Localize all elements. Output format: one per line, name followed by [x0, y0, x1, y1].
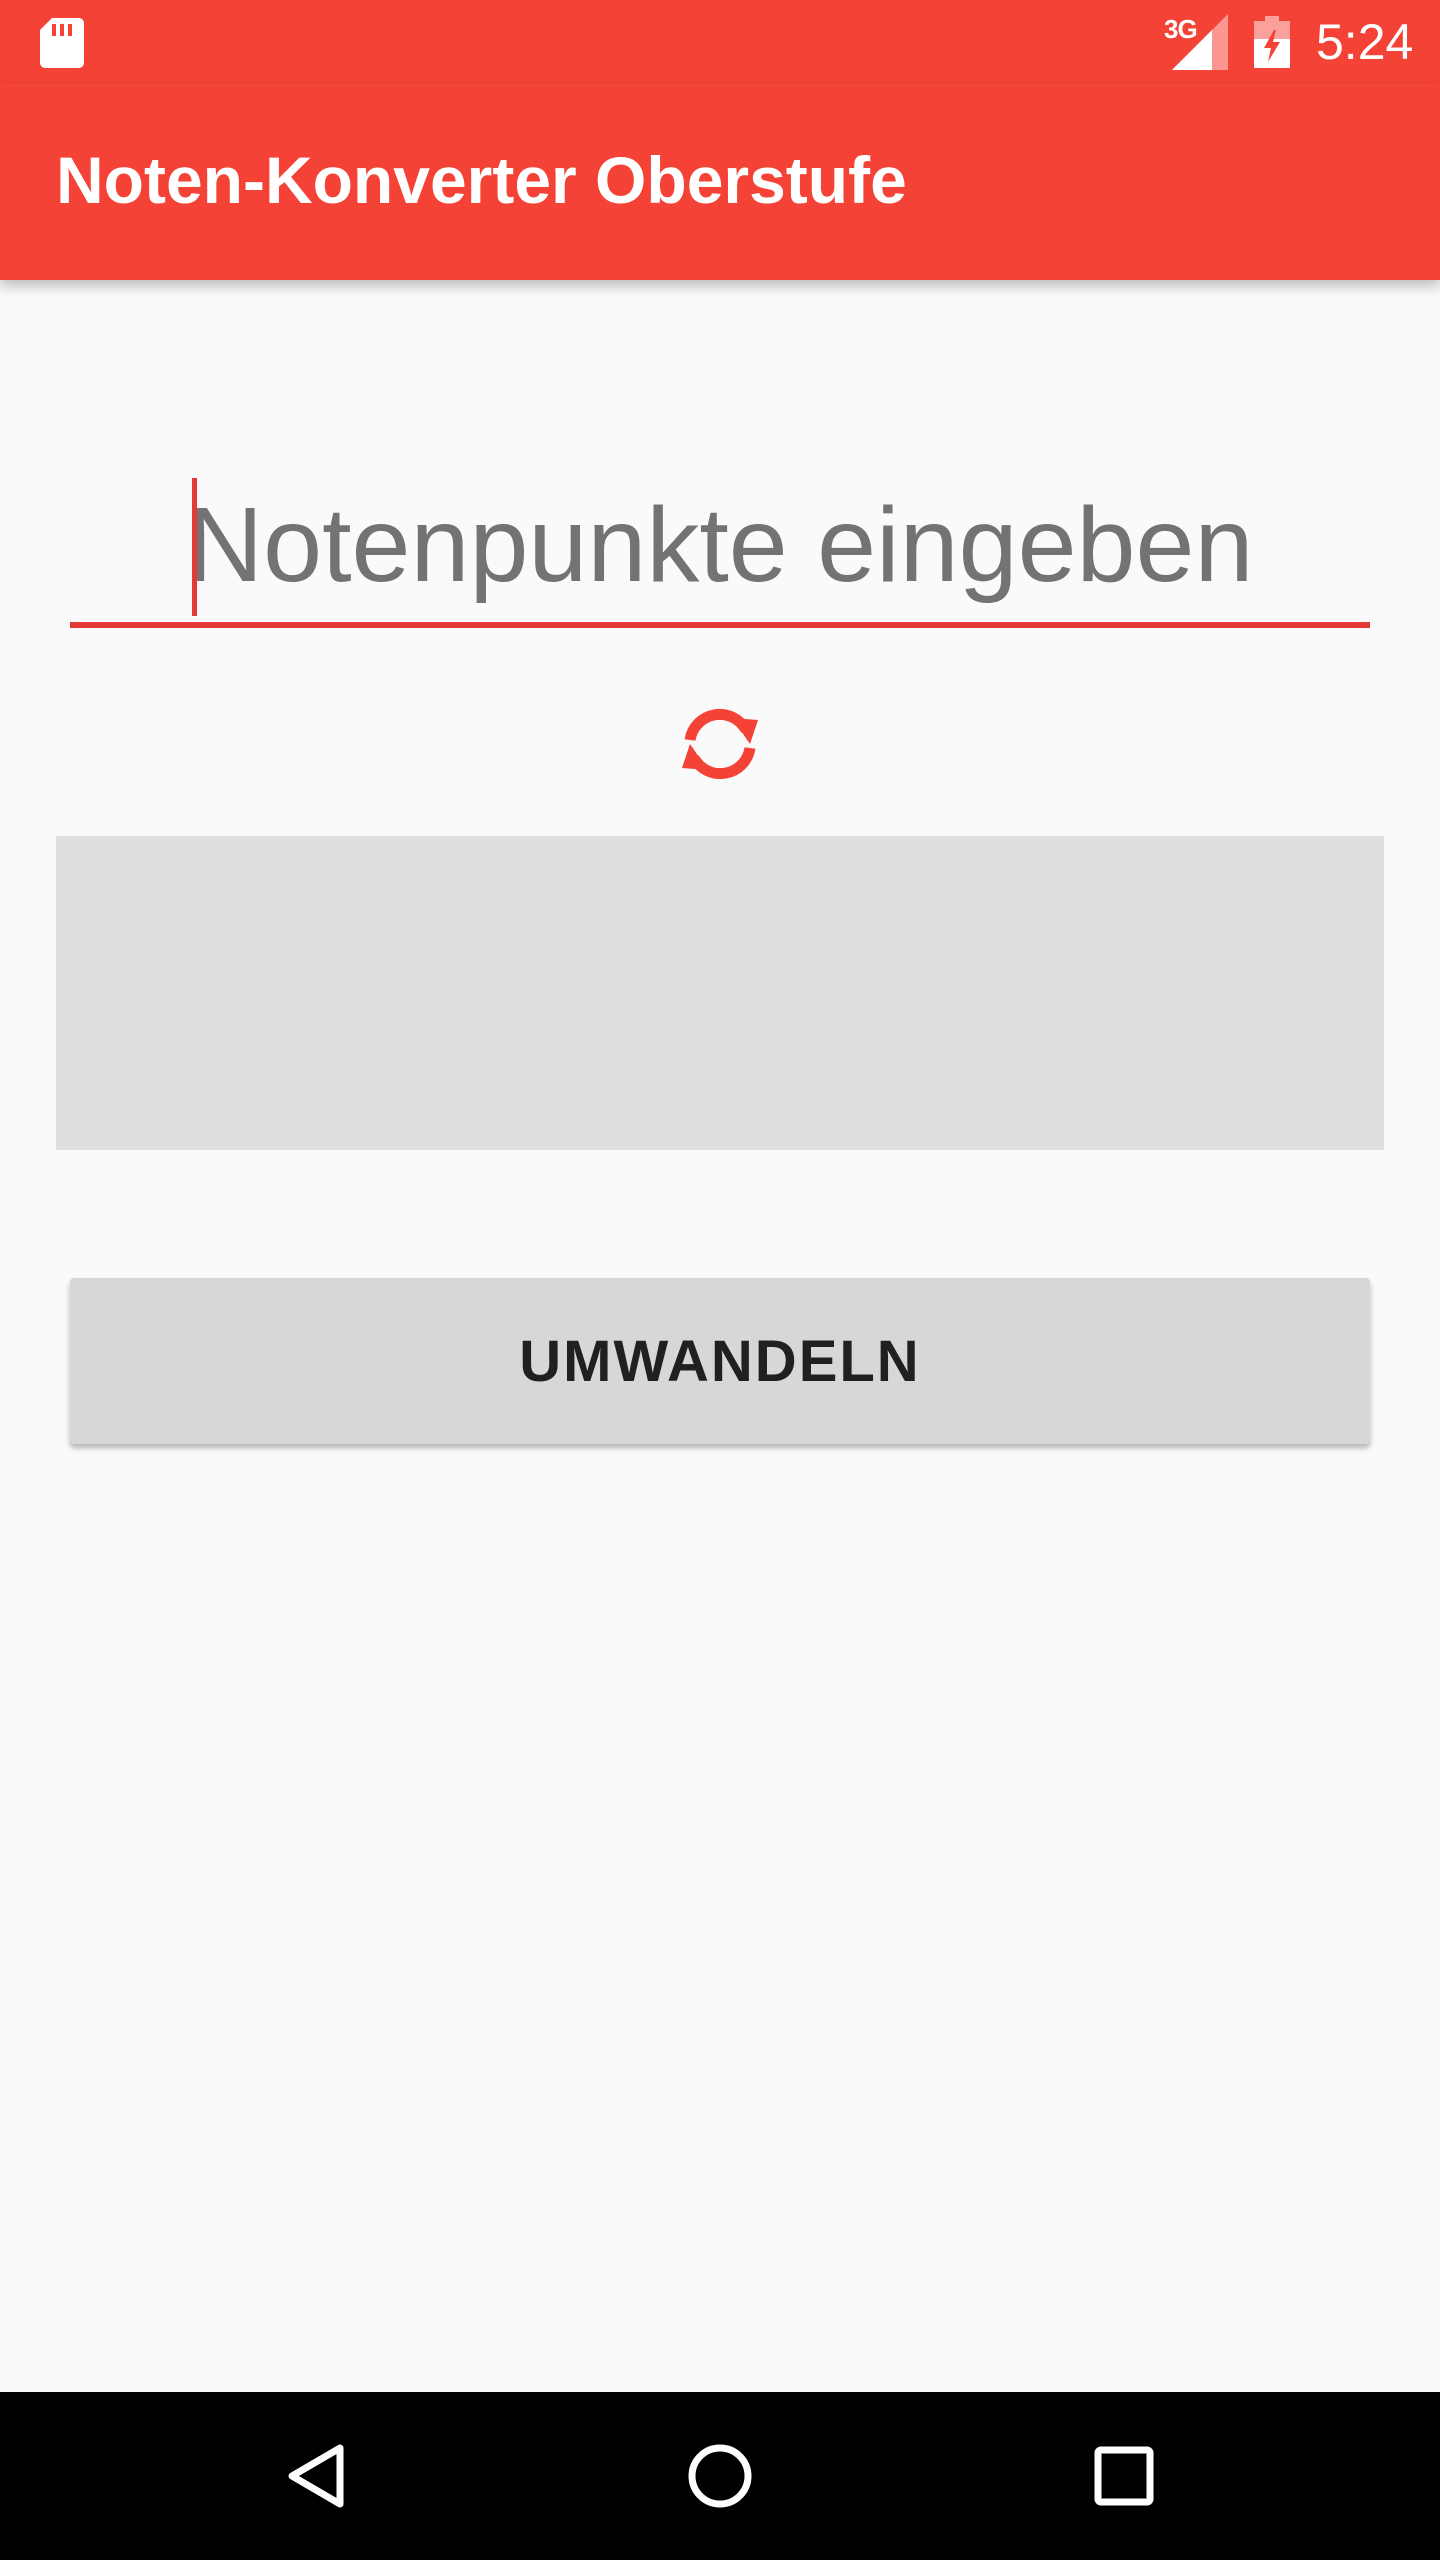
recents-icon[interactable]: [1074, 2426, 1174, 2526]
convert-button[interactable]: UMWANDELN: [70, 1278, 1370, 1444]
navigation-bar: [0, 2392, 1440, 2560]
app-bar: Noten-Konverter Oberstufe: [0, 84, 1440, 280]
home-icon[interactable]: [670, 2426, 770, 2526]
result-display: [56, 836, 1384, 1150]
grade-points-input[interactable]: [70, 470, 1370, 620]
refresh-icon[interactable]: [676, 700, 764, 788]
signal-icon: [1172, 14, 1228, 70]
input-underline: [70, 622, 1370, 628]
sd-card-icon: [40, 18, 84, 68]
app-title: Noten-Konverter Oberstufe: [56, 143, 907, 217]
text-cursor: [192, 478, 197, 616]
status-bar: 3G 5:24: [0, 0, 1440, 84]
back-icon[interactable]: [266, 2426, 366, 2526]
clock: 5:24: [1316, 14, 1414, 70]
grade-input-container: [70, 470, 1370, 630]
battery-charging-icon: [1254, 16, 1290, 68]
